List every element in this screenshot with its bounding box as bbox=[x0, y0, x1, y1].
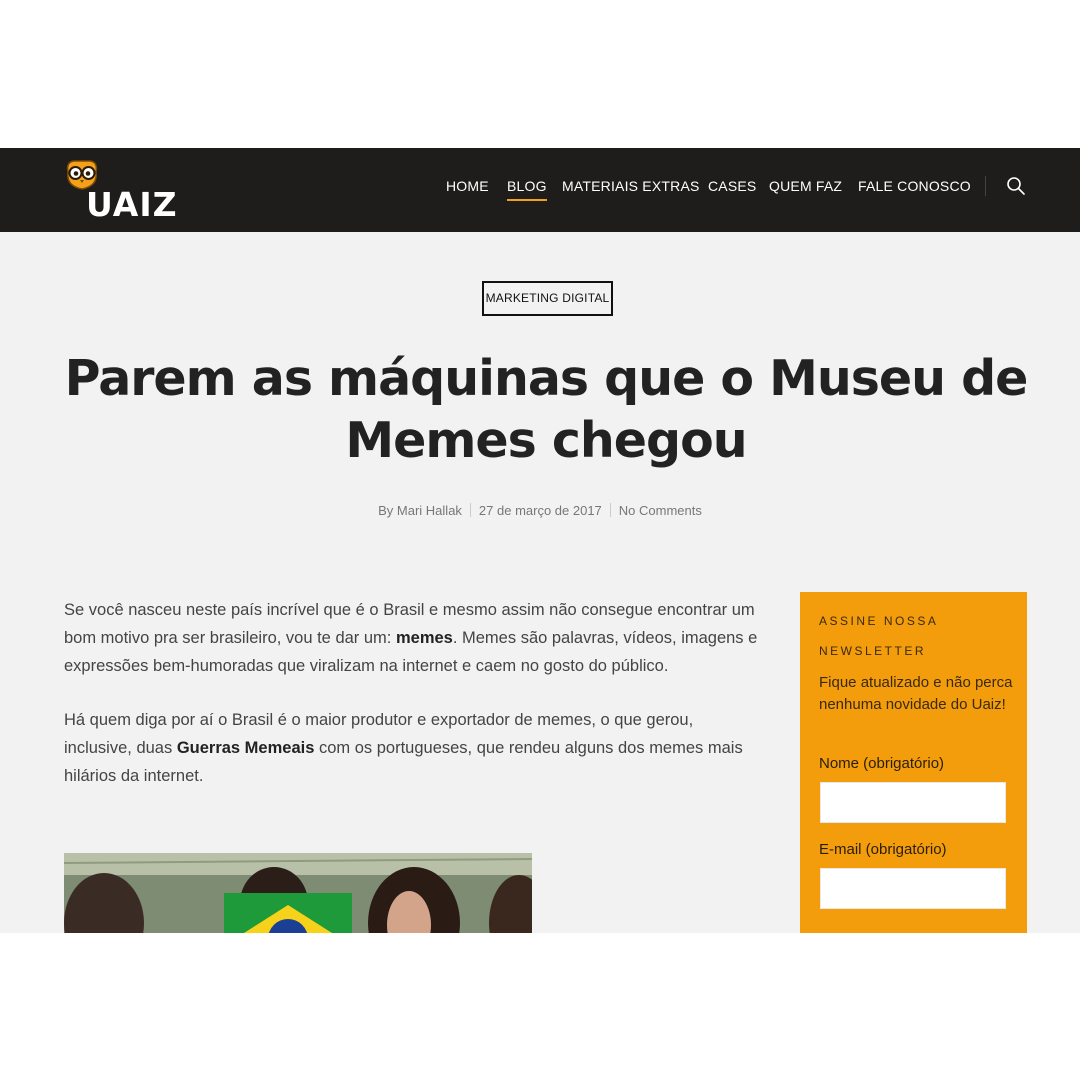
article-meta: By Mari Hallak 27 de março de 2017 No Comm… bbox=[0, 503, 1080, 518]
author: By Mari Hallak bbox=[378, 503, 462, 518]
nav-cases[interactable]: CASES bbox=[708, 178, 756, 194]
name-label: Nome (obrigatório) bbox=[819, 755, 945, 772]
article-title: Parem as máquinas que o Museu de Memes c… bbox=[64, 350, 1029, 469]
comments-link[interactable]: No Comments bbox=[619, 503, 702, 518]
publish-date: 27 de março de 2017 bbox=[478, 503, 602, 518]
logo-text: UAIZ bbox=[86, 185, 178, 224]
article-body: Se você nasceu neste país incrível que é… bbox=[64, 596, 764, 816]
meta-divider bbox=[609, 503, 611, 517]
nav-quem-faz[interactable]: QUEM FAZ bbox=[769, 178, 842, 194]
nav-blog[interactable]: BLOG bbox=[507, 178, 547, 201]
nav-fale-conosco[interactable]: FALE CONOSCO bbox=[858, 178, 971, 194]
nav-materiais-extras[interactable]: MATERIAIS EXTRAS bbox=[562, 178, 700, 194]
email-label: E-mail (obrigatório) bbox=[819, 841, 947, 858]
nav-divider bbox=[985, 176, 986, 196]
page-frame: UAIZ HOME BLOG MATERIAIS EXTRAS CASES QU… bbox=[0, 148, 1080, 933]
email-field[interactable] bbox=[820, 868, 1006, 909]
nav-home[interactable]: HOME bbox=[446, 178, 489, 194]
guerras-memeais-link[interactable]: Guerras Memeais bbox=[177, 739, 315, 757]
newsletter-widget: ASSINE NOSSA NEWSLETTER Fique atualizado… bbox=[800, 592, 1027, 933]
meta-divider bbox=[469, 503, 471, 517]
featured-image bbox=[64, 853, 532, 933]
memes-link[interactable]: memes bbox=[396, 629, 453, 647]
paragraph: Há quem diga por aí o Brasil é o maior p… bbox=[64, 706, 764, 790]
site-header: UAIZ HOME BLOG MATERIAIS EXTRAS CASES QU… bbox=[0, 148, 1080, 232]
name-field[interactable] bbox=[820, 782, 1006, 823]
newsletter-title: ASSINE NOSSA NEWSLETTER bbox=[819, 614, 938, 658]
category-tag[interactable]: MARKETING DIGITAL bbox=[482, 281, 613, 316]
logo[interactable]: UAIZ bbox=[62, 158, 182, 224]
newsletter-description: Fique atualizado e não perca nenhuma nov… bbox=[819, 674, 1013, 713]
paragraph: Se você nasceu neste país incrível que é… bbox=[64, 596, 764, 680]
search-icon[interactable] bbox=[1006, 176, 1026, 196]
